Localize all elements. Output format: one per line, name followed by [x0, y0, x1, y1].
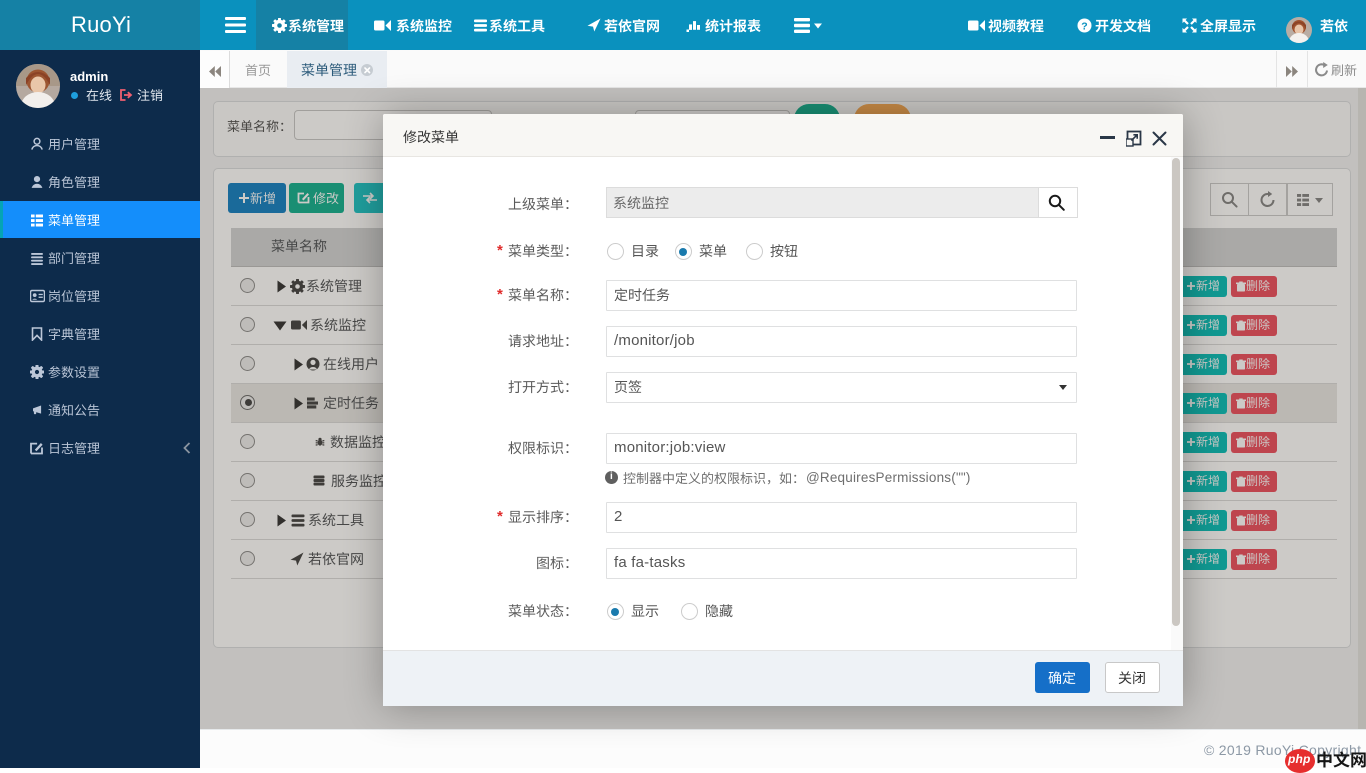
svg-text:?: ? [1081, 20, 1087, 32]
